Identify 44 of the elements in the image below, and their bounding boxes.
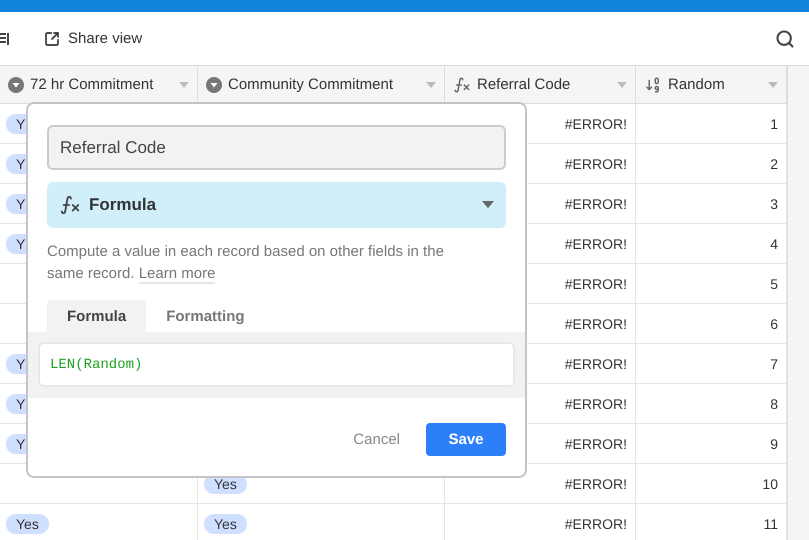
column-title: Community Commitment <box>228 76 394 93</box>
column-header[interactable]: Community Commitment <box>198 66 445 104</box>
search-icon[interactable] <box>775 28 795 48</box>
yes-tag: Yes <box>204 514 247 534</box>
editor-tab[interactable]: Formatting <box>146 300 265 332</box>
column-header[interactable]: 72 hr Commitment <box>0 66 198 104</box>
caret-icon <box>179 82 189 88</box>
field-type-dropdown[interactable]: Formula <box>47 182 506 228</box>
table-cell: 2 <box>636 144 787 184</box>
cancel-button[interactable]: Cancel <box>347 430 406 449</box>
column-title: 72 hr Commitment <box>30 76 154 93</box>
caret-icon <box>482 201 494 209</box>
table-cell: 5 <box>636 264 787 304</box>
caret-icon <box>768 82 778 88</box>
save-button[interactable]: Save <box>426 423 506 456</box>
share-icon <box>44 30 60 46</box>
yes-tag: Yes <box>6 514 49 534</box>
table-cell: 1 <box>636 104 787 144</box>
caret-icon <box>426 82 436 88</box>
function-icon <box>59 194 81 216</box>
field-description: Compute a value in each record based on other fields in the same record. Learn more <box>47 242 445 285</box>
table-cell: 6 <box>636 304 787 344</box>
function-icon <box>453 76 471 94</box>
column-title: Random <box>668 76 726 93</box>
column-header[interactable]: Referral Code <box>445 66 636 104</box>
editor-tab[interactable]: Formula <box>47 300 146 332</box>
column-header[interactable]: Random <box>636 66 787 104</box>
table-cell: 7 <box>636 344 787 384</box>
learn-more-link[interactable]: Learn more <box>138 265 216 284</box>
list-icon[interactable] <box>0 32 10 46</box>
field-name-input[interactable]: Referral Code <box>47 125 506 170</box>
dropdown-circle-icon <box>8 76 24 92</box>
table-cell: 3 <box>636 184 787 224</box>
column-title: Referral Code <box>477 76 572 93</box>
table-cell: 10 <box>636 464 787 504</box>
share-view-button[interactable]: Share view <box>44 30 142 47</box>
table-cell: 9 <box>636 424 787 464</box>
dropdown-circle-icon <box>206 76 222 92</box>
sort-numbers-icon <box>644 76 662 94</box>
table-cell: 8 <box>636 384 787 424</box>
table-cell: 4 <box>636 224 787 264</box>
table-cell: #ERROR! <box>445 504 636 540</box>
table-cell: 11 <box>636 504 787 540</box>
caret-icon <box>617 82 627 88</box>
